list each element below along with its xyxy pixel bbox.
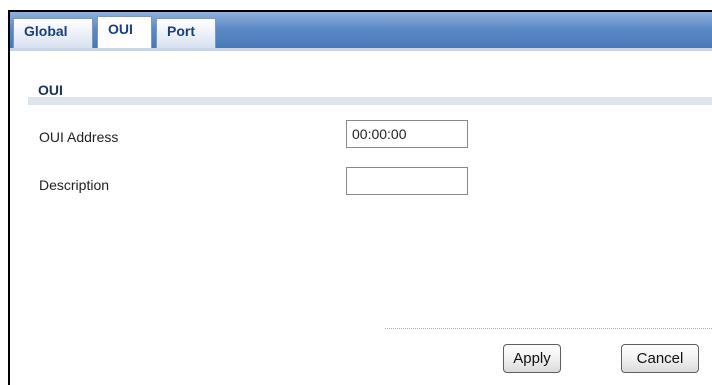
oui-config-panel: Global OUI Port OUI OUI Address Descript… [8, 10, 712, 385]
section-title: OUI [38, 82, 63, 98]
tab-global[interactable]: Global [13, 18, 93, 48]
tab-port[interactable]: Port [156, 18, 216, 48]
tab-bar: Global OUI Port [10, 12, 712, 51]
tab-bar-underline [10, 48, 712, 51]
description-label: Description [39, 177, 110, 193]
apply-button[interactable]: Apply [503, 344, 561, 373]
button-divider [385, 328, 712, 329]
cancel-button[interactable]: Cancel [621, 344, 699, 373]
tab-oui[interactable]: OUI [97, 16, 152, 51]
description-input[interactable] [346, 167, 468, 195]
oui-address-input[interactable] [346, 120, 468, 148]
section-divider [28, 97, 712, 105]
oui-address-label: OUI Address [39, 129, 119, 145]
